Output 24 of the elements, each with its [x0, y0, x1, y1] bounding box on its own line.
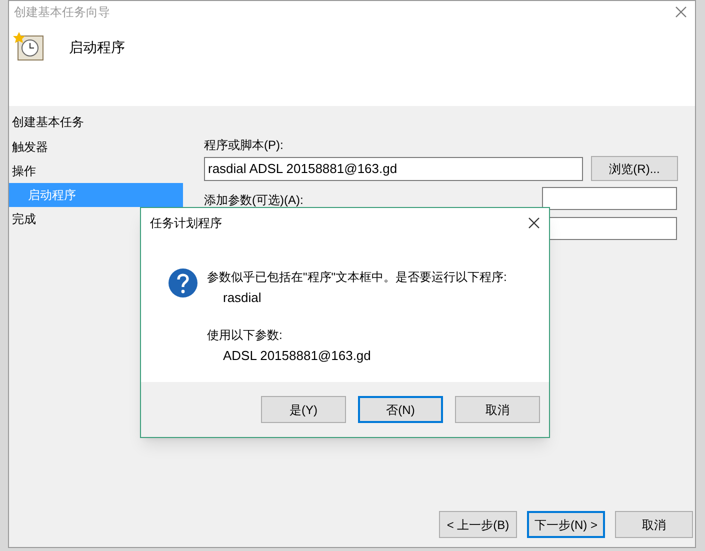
nav-item[interactable]: 触发器	[9, 135, 183, 159]
field-label: 添加参数(可选)(A):	[204, 192, 304, 209]
dialog-button[interactable]: 是(Y)	[261, 396, 346, 423]
clock-icon	[13, 31, 45, 63]
arguments-text: ADSL 20158881@163.gd	[222, 346, 372, 365]
program-field[interactable]: rasdial ADSL 20158881@163.gd	[204, 156, 583, 180]
wizard-button[interactable]: 取消	[615, 511, 693, 538]
dialog-button[interactable]: 取消	[455, 396, 540, 423]
program-name: rasdial	[222, 289, 262, 307]
dialog-title: 任务计划程序	[150, 215, 222, 232]
wizard-button[interactable]: < 上一步(B)	[439, 511, 517, 538]
browse-button[interactable]: 浏览(R)...	[591, 156, 678, 181]
arguments-label: 使用以下参数:	[207, 326, 284, 344]
close-icon[interactable]	[528, 217, 540, 229]
dialog-button[interactable]: 否(N)	[358, 396, 443, 423]
window-title: 创建基本任务向导	[14, 4, 110, 21]
arguments-field[interactable]	[542, 187, 677, 210]
field-label: 程序或脚本(P):	[204, 137, 284, 154]
dialog-message: 参数似乎已包括在"程序"文本框中。是否要运行以下程序:	[207, 269, 507, 286]
question-icon	[168, 268, 198, 298]
nav-item[interactable]: 操作	[9, 159, 183, 183]
page-heading: 启动程序	[69, 38, 125, 56]
wizard-title: 创建基本任务	[11, 114, 85, 131]
wizard-button[interactable]: 下一步(N) >	[527, 511, 605, 538]
